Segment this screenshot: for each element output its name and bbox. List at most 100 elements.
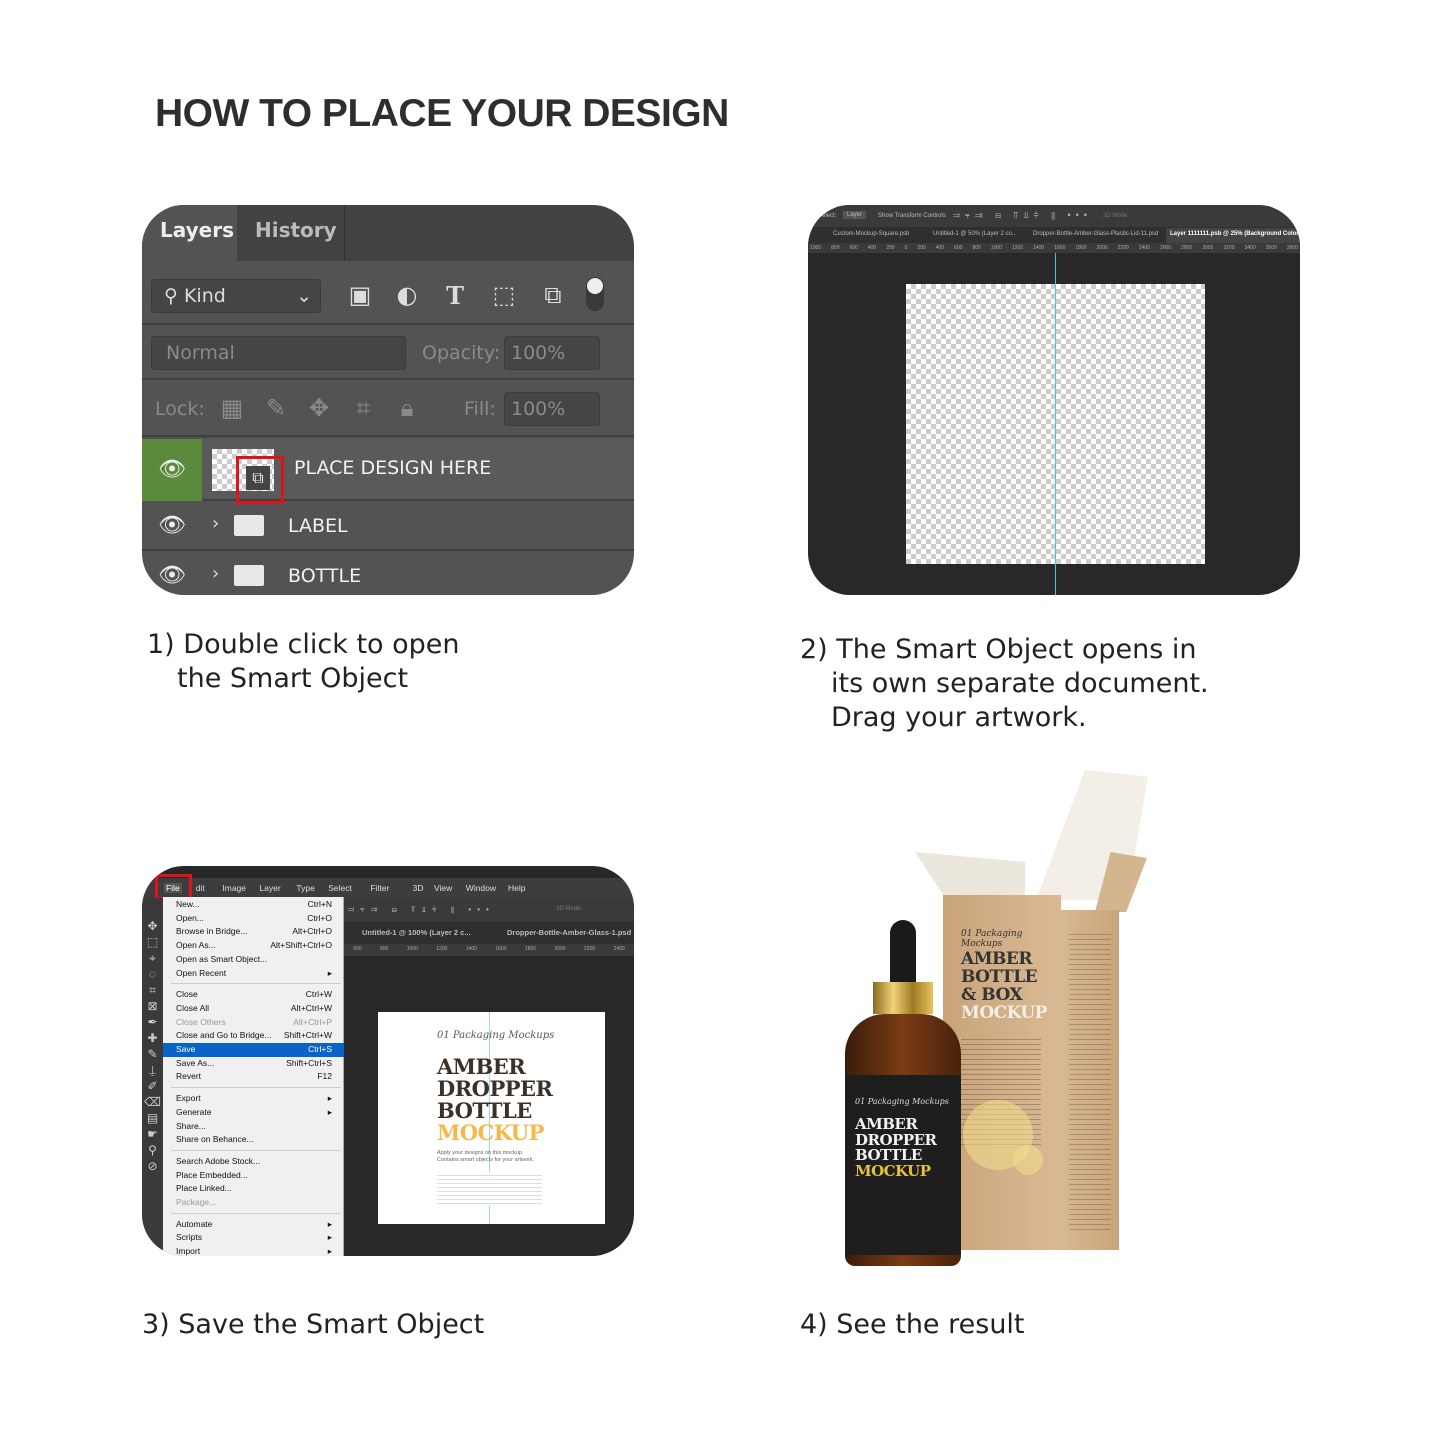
menu-help[interactable]: Help xyxy=(508,883,525,893)
align-icons[interactable]: ⫤⫧⫥ ⊟ ⫪⫫⫩ ⦀ ••• xyxy=(953,210,1092,221)
ruler-tick: 800 xyxy=(831,245,840,251)
menu-item-label: Save xyxy=(176,1044,196,1054)
ruler-tick: 200 xyxy=(917,245,926,251)
menu-item[interactable]: Export ▸ xyxy=(163,1092,344,1106)
3d-mode-label: 3D Mode: xyxy=(1103,213,1130,219)
doc-tab-active[interactable]: Layer 1111111.psb @ 25% (Background Colo… xyxy=(1166,228,1300,243)
lock-all-icon[interactable]: 🔒︎ xyxy=(392,394,422,422)
menu-layer[interactable]: Layer xyxy=(259,883,280,893)
ruler-tick: 1000 xyxy=(810,245,822,251)
ruler-tick: 1800 xyxy=(524,946,537,952)
fill-input[interactable]: 100% xyxy=(504,392,600,426)
smart-object-document-screenshot: -Select: Layer Show Transform Controls ⫤… xyxy=(808,205,1300,595)
menu-select[interactable]: Select xyxy=(328,883,352,893)
menu-item[interactable]: Share on Behance... xyxy=(163,1133,344,1147)
filter-toggle[interactable] xyxy=(586,277,604,311)
eye-icon[interactable]: 👁︎ xyxy=(142,501,202,551)
menu-item[interactable]: Open As... Alt+Shift+Ctrl+O xyxy=(163,939,344,953)
menu-item[interactable]: New... Ctrl+N xyxy=(163,898,344,912)
menu-type[interactable]: Type xyxy=(296,883,314,893)
menu-item[interactable]: Browse in Bridge... Alt+Ctrl+O xyxy=(163,925,344,939)
image-filter-icon[interactable]: ▣ xyxy=(345,281,375,309)
menu-item[interactable]: Save As... Shift+Ctrl+S xyxy=(163,1057,344,1071)
chevron-right-icon[interactable]: › xyxy=(212,513,219,534)
menu-item[interactable]: Search Adobe Stock... xyxy=(163,1155,344,1169)
menu-item[interactable]: Import ▸ xyxy=(163,1245,344,1256)
artwork-heading: AMBER DROPPER BOTTLE MOCKUP xyxy=(437,1054,553,1145)
layer-select[interactable]: Layer xyxy=(843,211,867,219)
artwork-body-text xyxy=(437,1172,542,1206)
menu-item[interactable]: Scripts ▸ xyxy=(163,1231,344,1245)
chevron-right-icon[interactable]: › xyxy=(212,563,219,584)
search-icon: ⚲ xyxy=(164,285,178,307)
transform-controls-checkbox[interactable]: Show Transform Controls xyxy=(878,213,946,219)
menu-item-shortcut: Shift+Ctrl+W xyxy=(283,1030,332,1041)
doc-tab[interactable]: Dropper-Bottle-Amber-Glass-1.psd xyxy=(507,928,631,937)
doc-tab[interactable]: Untitled-1 @ 100% (Layer 2 c... xyxy=(362,928,471,937)
doc-tab[interactable]: Dropper-Bottle-Amber-Glass-Plastic-Lid-1… xyxy=(1033,231,1158,237)
menu-separator xyxy=(171,1212,341,1214)
menu-item[interactable]: Package... xyxy=(163,1196,344,1210)
menu-3d[interactable]: 3D xyxy=(413,883,424,893)
menu-item-label: Scripts xyxy=(176,1232,202,1243)
artwork-script-text: 01 Packaging Mockups xyxy=(437,1030,555,1041)
ruler-tick: 1800 xyxy=(1075,245,1087,251)
menu-filter[interactable]: Filter xyxy=(370,883,389,893)
menu-view[interactable]: View xyxy=(434,883,452,893)
menu-item-label: Generate xyxy=(176,1106,212,1117)
lock-move-icon[interactable]: ✥ xyxy=(304,394,334,422)
menu-item-shortcut: Alt+Ctrl+P xyxy=(293,1016,332,1027)
tab-layers[interactable]: Layers xyxy=(142,205,237,261)
layer-row-place-design[interactable]: 👁︎ ⧉ PLACE DESIGN HERE xyxy=(142,439,634,504)
menu-item[interactable]: Close Ctrl+W xyxy=(163,988,344,1002)
step-4-caption: 4) See the result xyxy=(800,1309,1025,1340)
menu-item[interactable]: Share... xyxy=(163,1120,344,1134)
menu-item[interactable]: Place Linked... xyxy=(163,1182,344,1196)
menu-item[interactable]: Close and Go to Bridge... Shift+Ctrl+W xyxy=(163,1029,344,1043)
menu-item-shortcut: ▸ xyxy=(327,1246,332,1256)
menu-item[interactable]: Save Ctrl+S xyxy=(163,1043,344,1057)
lock-transparent-icon[interactable]: ▦ xyxy=(217,394,247,422)
align-icons[interactable]: ⫤⫧⫥ ⊟ ⫪⫫⫩ ⦀ ••• xyxy=(348,905,495,915)
menu-item[interactable]: Close All Alt+Ctrl+W xyxy=(163,1002,344,1016)
ruler-tick: 3600 xyxy=(1265,245,1277,251)
menu-item[interactable]: Open Recent ▸ xyxy=(163,967,344,981)
ruler-tick: 2200 xyxy=(584,946,596,952)
menu-image[interactable]: Image xyxy=(222,883,246,893)
caption-line: its own separate document. xyxy=(831,668,1209,699)
ruler-tick: 2000 xyxy=(1096,245,1108,251)
ruler-tick: 1200 xyxy=(436,946,448,952)
lock-artboard-icon[interactable]: ⌗ xyxy=(348,394,378,422)
menu-dit[interactable]: dit xyxy=(196,883,205,893)
eye-icon[interactable]: 👁︎ xyxy=(142,551,202,595)
menu-item[interactable]: Generate ▸ xyxy=(163,1106,344,1120)
doc-tab[interactable]: Untitled-1 @ 50% (Layer 2 co... xyxy=(933,231,1017,237)
adjustment-filter-icon[interactable]: ◐ xyxy=(392,281,422,309)
menu-item[interactable]: Open... Ctrl+O xyxy=(163,912,344,926)
menu-item-label: Open Recent xyxy=(176,967,227,978)
doc-tab[interactable]: Custom-Mockup-Square.psb xyxy=(833,231,909,237)
ruler-tick: 2600 xyxy=(1159,245,1172,251)
menu-item[interactable]: Automate ▸ xyxy=(163,1218,344,1232)
menu-item-label: Automate xyxy=(176,1218,213,1229)
blend-mode-select[interactable]: Normal xyxy=(151,336,406,370)
eye-icon[interactable]: 👁︎ xyxy=(142,439,202,501)
smart-object-filter-icon[interactable]: ⧉ xyxy=(538,281,568,309)
menu-item[interactable]: Open as Smart Object... xyxy=(163,953,344,967)
menu-separator xyxy=(171,1087,341,1089)
ruler-tick: 3800 xyxy=(1286,245,1298,251)
tab-history[interactable]: History xyxy=(237,205,345,261)
box-side xyxy=(1061,910,1119,1250)
menu-item[interactable]: Revert F12 xyxy=(163,1070,344,1084)
shape-filter-icon[interactable]: ⬚ xyxy=(489,281,519,309)
menu-item-label: Share on Behance... xyxy=(176,1134,254,1145)
menu-item[interactable]: Close Others Alt+Ctrl+P xyxy=(163,1016,344,1030)
menu-item[interactable]: Place Embedded... xyxy=(163,1169,344,1183)
filter-kind-select[interactable]: ⚲ Kind ⌄ xyxy=(151,279,321,313)
layer-row-bottle[interactable]: 👁︎ › BOTTLE xyxy=(142,551,634,595)
menu-window[interactable]: Window xyxy=(466,883,496,893)
type-filter-icon[interactable]: T xyxy=(440,281,470,310)
lock-paint-brush-icon[interactable]: ✎ xyxy=(261,394,291,422)
opacity-input[interactable]: 100% xyxy=(504,336,600,370)
layer-row-label[interactable]: 👁︎ › LABEL xyxy=(142,501,634,551)
